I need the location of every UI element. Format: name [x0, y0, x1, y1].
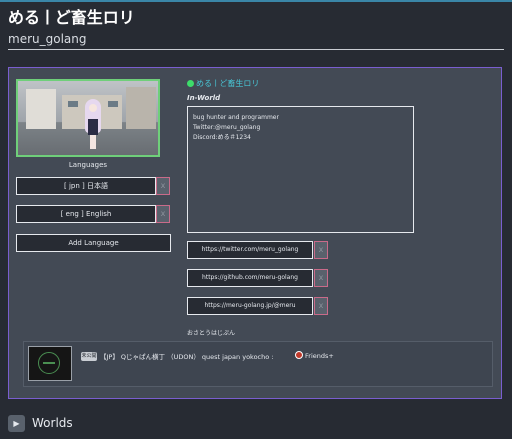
avatar-figure [85, 99, 101, 149]
profile-panel: Languages [ jpn ] 日本語 x [ eng ] English … [8, 67, 502, 399]
language-select-eng[interactable]: [ eng ] English [16, 205, 156, 223]
world-name[interactable]: 【JP】 Qじゃぱん横丁 （UDON） quest japan yokocho … [100, 351, 273, 361]
world-badge: 未公開 [81, 352, 97, 361]
current-world-card[interactable]: 未公開 【JP】 Qじゃぱん横丁 （UDON） quest japan yoko… [23, 341, 493, 387]
header-divider [8, 49, 504, 50]
close-icon: x [160, 181, 166, 190]
link-field-website[interactable]: https://meru-golang.jp/@meru [187, 297, 313, 315]
bio-textarea[interactable]: bug hunter and programmer Twitter:@meru_… [187, 106, 414, 233]
bio-line: Twitter:@meru_golang [193, 124, 261, 131]
status-label: めるㅣど畜生ロリ [196, 79, 260, 88]
remove-link-button[interactable]: x [314, 297, 328, 315]
window-shape [68, 101, 78, 107]
bio-line: Discord:める＃1234 [193, 134, 251, 141]
bio-line: bug hunter and programmer [193, 114, 279, 121]
link-field-twitter[interactable]: https://twitter.com/meru_golang [187, 241, 313, 259]
close-icon: x [318, 273, 324, 282]
close-icon: x [318, 301, 324, 310]
status-row: めるㅣど畜生ロリ [187, 78, 259, 89]
building-shape [126, 87, 156, 129]
worlds-section-title: Worlds [32, 416, 73, 430]
location-status: In-World [187, 94, 221, 102]
top-accent-line [0, 0, 512, 2]
link-field-github[interactable]: https://github.com/meru-golang [187, 269, 313, 287]
world-logo-icon [38, 352, 60, 374]
remove-language-button[interactable]: x [156, 205, 170, 223]
online-status-icon [187, 80, 194, 87]
profile-header: めるㅣど畜生ロリ meru_golang [8, 8, 504, 46]
world-access: Friends+ [295, 351, 334, 360]
languages-title: Languages [68, 161, 108, 169]
window-shape [108, 101, 118, 107]
close-icon: x [318, 245, 324, 254]
building-shape [26, 89, 56, 129]
add-language-button[interactable]: Add Language [16, 234, 171, 252]
remove-language-button[interactable]: x [156, 177, 170, 195]
world-access-label: Friends+ [305, 352, 334, 360]
world-thumbnail[interactable] [28, 346, 72, 381]
remove-link-button[interactable]: x [314, 241, 328, 259]
close-icon: x [160, 209, 166, 218]
avatar-image[interactable] [16, 79, 160, 157]
username: meru_golang [8, 32, 87, 46]
access-radio-icon [295, 351, 303, 359]
play-icon[interactable]: ▶ [8, 415, 25, 432]
profile-note: おさとうはじぷん [187, 330, 236, 337]
remove-link-button[interactable]: x [314, 269, 328, 287]
display-name: めるㅣど畜生ロリ [8, 8, 135, 27]
language-select-jpn[interactable]: [ jpn ] 日本語 [16, 177, 156, 195]
